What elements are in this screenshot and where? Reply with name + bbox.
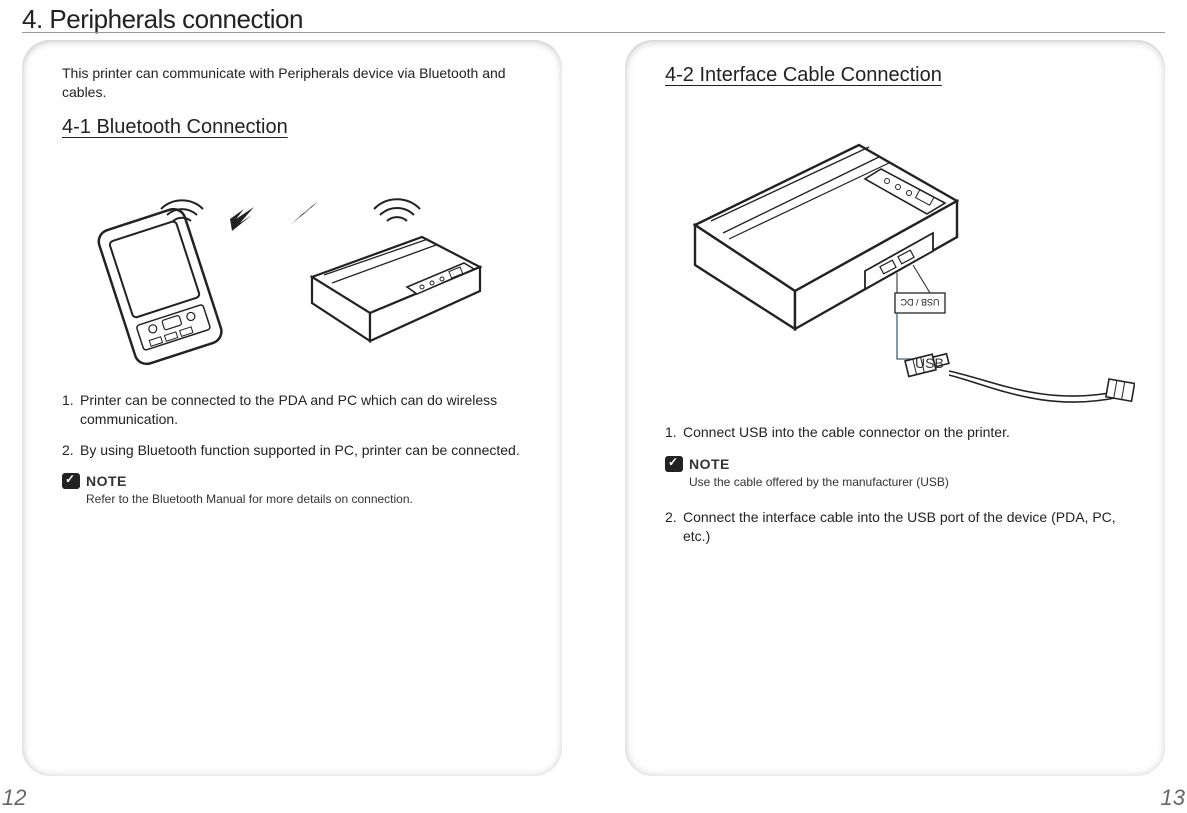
page-left: This printer can communicate with Periph… (22, 40, 562, 776)
check-icon (665, 456, 683, 472)
note-block-r: NOTE Use the cable offered by the manufa… (665, 456, 1125, 490)
note-label: NOTE (689, 456, 730, 472)
step-num: 2. (62, 441, 80, 460)
svg-text:USB / DC: USB / DC (900, 297, 940, 307)
step-text: Connect USB into the cable connector on … (683, 423, 1125, 442)
note-text: Use the cable offered by the manufacture… (689, 474, 1125, 490)
step-num: 2. (665, 508, 683, 546)
step-text: By using Bluetooth function supported in… (80, 441, 522, 460)
step-num: 1. (665, 423, 683, 442)
section-rule (22, 32, 1165, 33)
page-right: 4-2 Interface Cable Connection (625, 40, 1165, 776)
step-text: Connect the interface cable into the USB… (683, 508, 1125, 546)
section-title: 4. Peripherals connection (22, 4, 303, 35)
sub-heading-right: 4-2 Interface Cable Connection (665, 64, 1125, 87)
step-text: Printer can be connected to the PDA and … (80, 391, 522, 429)
intro-text: This printer can communicate with Periph… (62, 64, 522, 102)
note-block: NOTE Refer to the Bluetooth Manual for m… (62, 473, 522, 507)
check-icon (62, 473, 80, 489)
usb-label: USB (915, 355, 944, 371)
note-text: Refer to the Bluetooth Manual for more d… (86, 491, 522, 507)
bluetooth-illustration (62, 157, 492, 367)
step-1-r: 1. Connect USB into the cable connector … (665, 423, 1125, 442)
cable-illustration: USB / DC (665, 105, 1135, 405)
step-2: 2. By using Bluetooth function supported… (62, 441, 522, 460)
step-2-r: 2. Connect the interface cable into the … (665, 508, 1125, 546)
page-number-left: 12 (2, 785, 26, 811)
step-num: 1. (62, 391, 80, 429)
sub-heading-left: 4-1 Bluetooth Connection (62, 116, 522, 139)
page-number-right: 13 (1161, 785, 1185, 811)
step-1: 1. Printer can be connected to the PDA a… (62, 391, 522, 429)
note-label: NOTE (86, 473, 127, 489)
